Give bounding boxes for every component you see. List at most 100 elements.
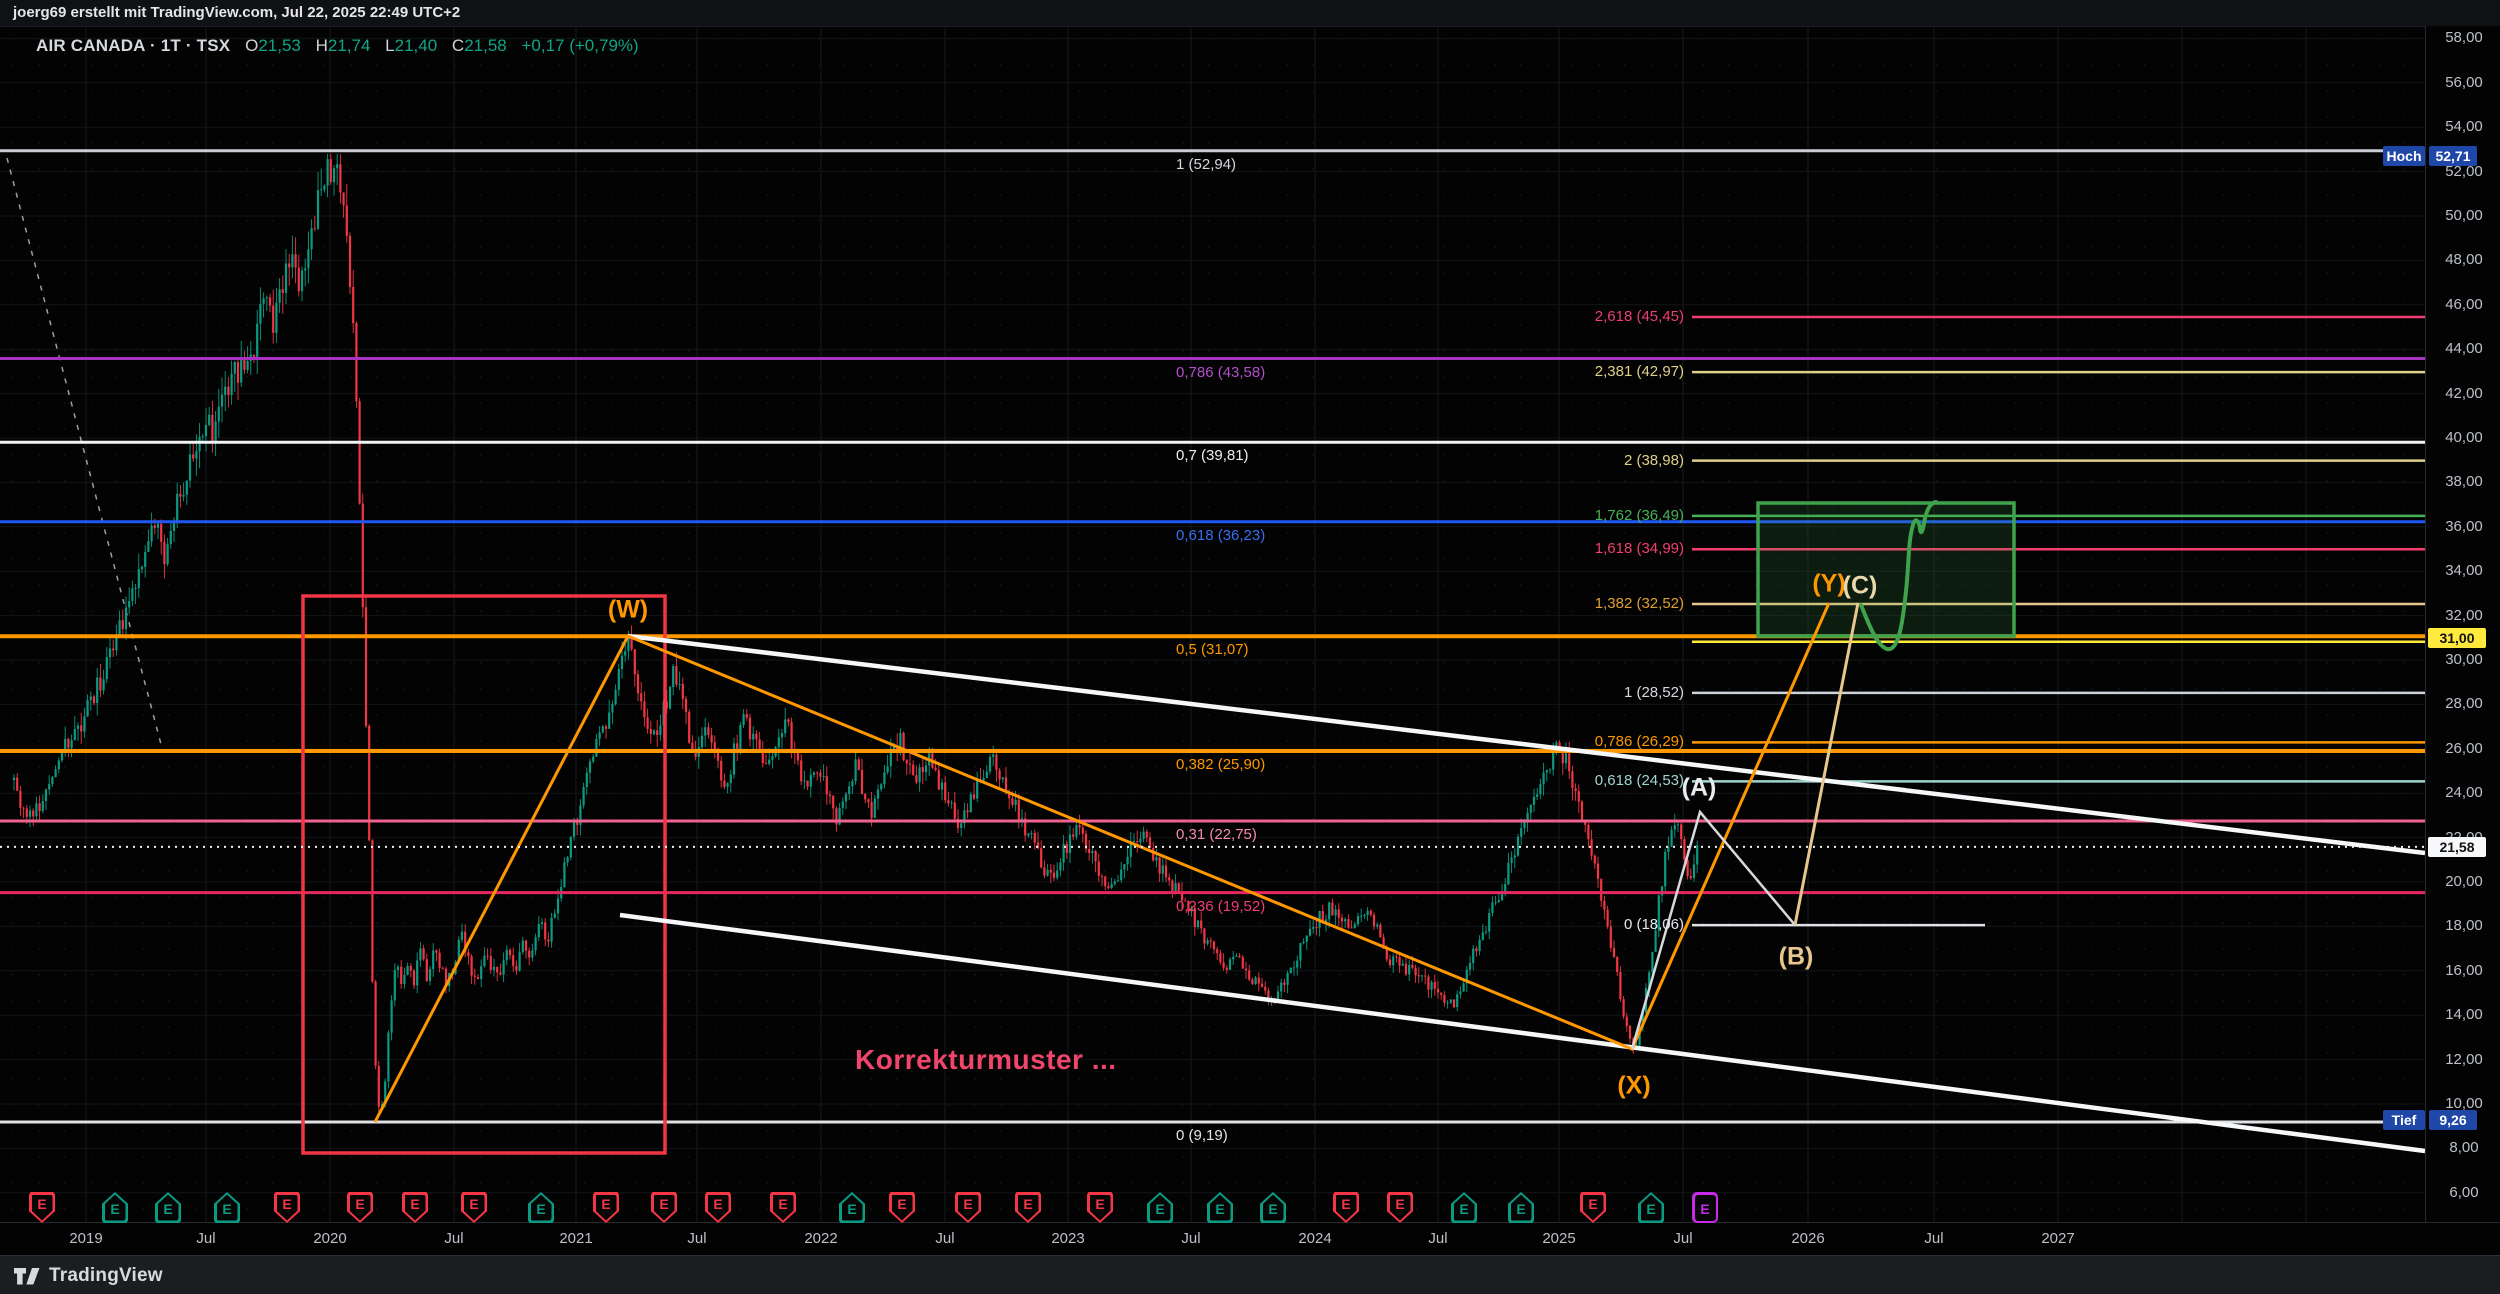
earnings-letter: E (705, 1196, 731, 1212)
earnings-marker[interactable]: E (955, 1192, 981, 1223)
earnings-marker[interactable]: E (770, 1192, 796, 1223)
price-axis-tick: 38,00 (2434, 473, 2494, 490)
earnings-marker[interactable]: E (1508, 1192, 1534, 1223)
earnings-marker[interactable]: E (214, 1192, 240, 1223)
price-axis-tick: 40,00 (2434, 429, 2494, 446)
earnings-marker[interactable]: E (1580, 1192, 1606, 1223)
open-label: O (245, 36, 258, 55)
earnings-marker[interactable]: E (705, 1192, 731, 1223)
tradingview-logo-icon (14, 1268, 40, 1285)
price-axis-tick: 28,00 (2434, 695, 2494, 712)
price-axis-tick: 56,00 (2434, 74, 2494, 91)
price-axis-tick: 14,00 (2434, 1006, 2494, 1023)
earnings-letter: E (770, 1196, 796, 1212)
earnings-letter: E (839, 1201, 865, 1217)
earnings-letter: E (214, 1201, 240, 1217)
high-value: 21,74 (328, 36, 371, 55)
earnings-marker[interactable]: E (889, 1192, 915, 1223)
price-axis-tick: 48,00 (2434, 251, 2494, 268)
time-axis-label: Jul (1673, 1230, 1692, 1247)
correction-pattern-box[interactable] (303, 596, 665, 1153)
earnings-marker[interactable]: E (29, 1192, 55, 1223)
earnings-letter: E (102, 1201, 128, 1217)
earnings-letter: E (29, 1196, 55, 1212)
earnings-marker[interactable]: E (1451, 1192, 1477, 1223)
price-axis-tick: 24,00 (2434, 784, 2494, 801)
pale-bc-line[interactable] (1795, 603, 1858, 925)
earnings-marker[interactable]: E (274, 1192, 300, 1223)
earnings-letter: E (461, 1196, 487, 1212)
time-axis-label: Jul (196, 1230, 215, 1247)
time-axis-label: 2023 (1051, 1230, 1084, 1247)
earnings-marker[interactable]: E (347, 1192, 373, 1223)
tradingview-logo-text: TradingView (49, 1265, 163, 1287)
time-axis-label: 2019 (69, 1230, 102, 1247)
trendline-lower[interactable] (620, 915, 2425, 1151)
earnings-marker[interactable]: E (839, 1192, 865, 1223)
time-axis-label: 2020 (313, 1230, 346, 1247)
close-value: 21,58 (464, 36, 507, 55)
earnings-marker[interactable]: E (1147, 1192, 1173, 1223)
earnings-marker[interactable]: E (1387, 1192, 1413, 1223)
price-axis-tick: 6,00 (2434, 1184, 2494, 1201)
time-axis-label: Jul (1428, 1230, 1447, 1247)
earnings-letter: E (593, 1196, 619, 1212)
change-value: +0,17 (+0,79%) (521, 36, 638, 55)
earnings-letter: E (1638, 1201, 1664, 1217)
chart-canvas[interactable] (0, 0, 2500, 1294)
earnings-letter: E (889, 1196, 915, 1212)
earnings-marker[interactable]: E (461, 1192, 487, 1223)
earnings-marker[interactable]: E (102, 1192, 128, 1223)
earnings-letter: E (1333, 1196, 1359, 1212)
price-axis[interactable]: 6,008,0010,0012,0014,0016,0018,0020,0022… (2425, 26, 2500, 1222)
time-axis-label: 2024 (1298, 1230, 1331, 1247)
symbol-title[interactable]: AIR CANADA · 1T · TSX (36, 36, 230, 55)
time-axis[interactable]: 2019 Jul 2020 Jul 2021 Jul 2022 Jul 2023 Jul 2024 J… (0, 1222, 2500, 1256)
earnings-marker[interactable]: E (593, 1192, 619, 1223)
low-marker-value: 9,26 (2429, 1110, 2477, 1130)
target-box[interactable] (1758, 503, 2014, 636)
alert-price-badge[interactable]: 31,00 (2428, 628, 2486, 648)
price-axis-tick: 30,00 (2434, 651, 2494, 668)
price-axis-tick: 26,00 (2434, 740, 2494, 757)
earnings-letter: E (1387, 1196, 1413, 1212)
earnings-letter: E (1147, 1201, 1173, 1217)
earnings-letter: E (651, 1196, 677, 1212)
earnings-marker[interactable]: E (1692, 1192, 1718, 1223)
earnings-marker[interactable]: E (402, 1192, 428, 1223)
time-axis-label: 2021 (559, 1230, 592, 1247)
time-axis-label: Jul (1181, 1230, 1200, 1247)
price-axis-tick: 20,00 (2434, 873, 2494, 890)
open-value: 21,53 (258, 36, 301, 55)
time-axis-label: 2027 (2041, 1230, 2074, 1247)
current-price-badge: 21,58 (2428, 837, 2486, 857)
earnings-letter: E (1015, 1196, 1041, 1212)
low-value: 21,40 (395, 36, 438, 55)
price-axis-tick: 54,00 (2434, 118, 2494, 135)
earnings-marker[interactable]: E (528, 1192, 554, 1223)
earnings-marker[interactable]: E (155, 1192, 181, 1223)
time-axis-label: Jul (687, 1230, 706, 1247)
price-axis-tick: 18,00 (2434, 917, 2494, 934)
earnings-marker[interactable]: E (1087, 1192, 1113, 1223)
time-axis-label: 2022 (804, 1230, 837, 1247)
earnings-marker[interactable]: E (1333, 1192, 1359, 1223)
price-axis-tick: 34,00 (2434, 562, 2494, 579)
earnings-letter: E (155, 1201, 181, 1217)
earnings-letter: E (347, 1196, 373, 1212)
price-axis-tick: 50,00 (2434, 207, 2494, 224)
low-marker-label: Tief (2383, 1110, 2425, 1130)
high-label: H (316, 36, 328, 55)
symbol-legend[interactable]: AIR CANADA · 1T · TSX O21,53 H21,74 L21,… (36, 36, 639, 56)
tradingview-logo[interactable]: TradingView (14, 1265, 163, 1287)
time-axis-label: Jul (444, 1230, 463, 1247)
earnings-letter: E (1260, 1201, 1286, 1217)
earnings-letter: E (274, 1196, 300, 1212)
earnings-marker[interactable]: E (1015, 1192, 1041, 1223)
earnings-marker[interactable]: E (1207, 1192, 1233, 1223)
earnings-marker[interactable]: E (1260, 1192, 1286, 1223)
earnings-marker[interactable]: E (651, 1192, 677, 1223)
earnings-marker[interactable]: E (1638, 1192, 1664, 1223)
bottom-toolbar: TradingView (0, 1255, 2500, 1294)
time-axis-label: Jul (1924, 1230, 1943, 1247)
